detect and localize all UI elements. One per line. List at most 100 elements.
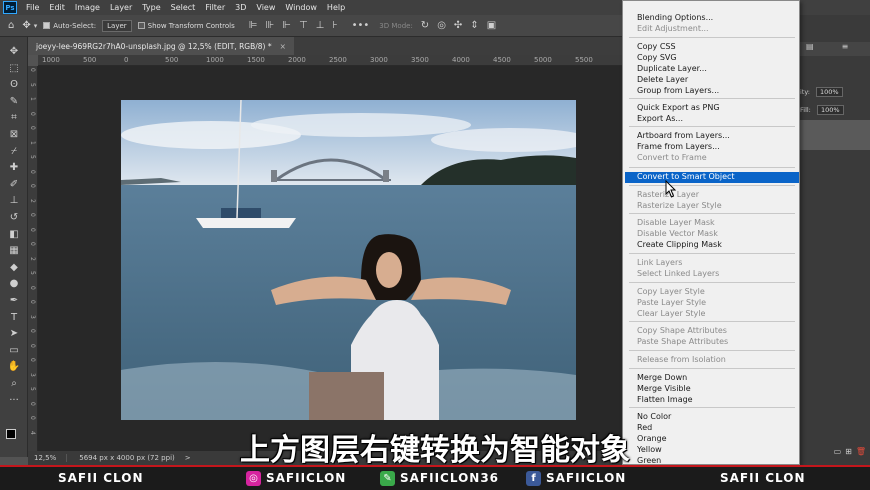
checkbox-icon[interactable] (137, 22, 145, 29)
3d-pan-icon[interactable]: ✣ (454, 20, 462, 31)
menu-select[interactable]: Select (166, 0, 201, 15)
align-right-icon[interactable]: ⊩ (282, 20, 291, 31)
3d-scale-icon[interactable]: ▣ (487, 20, 496, 31)
menu-item-rasterize-layer-style: Rasterize Layer Style (637, 201, 722, 210)
menu-separator (629, 98, 795, 99)
zoom-tool-icon[interactable]: ⌕ (6, 377, 22, 391)
menu-separator (629, 282, 795, 283)
banner-facebook: SAFIICLON (546, 471, 627, 485)
ruler-tick: 0 (29, 300, 36, 304)
menu-edit[interactable]: Edit (44, 0, 70, 15)
facebook-icon: f (526, 471, 541, 486)
frame-tool-icon[interactable]: ⊠ (6, 128, 22, 142)
menu-3d[interactable]: 3D (230, 0, 251, 15)
tools-panel: ✥ ⬚ ʘ ✎ ⌗ ⊠ ⌿ ✚ ✐ ⊥ ↺ ◧ ▦ ◆ ● ✒ T ➤ ▭ ✋ ⌕ ··· (0, 37, 28, 457)
history-brush-icon[interactable]: ↺ (6, 211, 22, 225)
checkbox-icon[interactable] (43, 22, 51, 29)
ruler-tick: 2 (29, 198, 36, 203)
ruler-tick: 0 (29, 401, 36, 406)
marquee-tool-icon[interactable]: ⬚ (6, 62, 22, 76)
ruler-tick: 0 (29, 329, 36, 333)
menu-item-blending-options[interactable]: Blending Options... (637, 13, 713, 23)
healing-tool-icon[interactable]: ✚ (6, 161, 22, 175)
path-select-icon[interactable]: ➤ (6, 327, 22, 341)
more-tools-icon[interactable]: ··· (6, 394, 22, 408)
eyedropper-tool-icon[interactable]: ⌿ (6, 145, 22, 159)
document-image[interactable] (121, 100, 576, 420)
menu-item-flatten-image[interactable]: Flatten Image (637, 395, 693, 405)
menu-window[interactable]: Window (280, 0, 322, 15)
document-tab[interactable]: joeyy-lee-969RG2r7hA0-unsplash.jpg @ 12,… (28, 37, 294, 55)
pen-tool-icon[interactable]: ✒ (6, 294, 22, 308)
other-social-icon: ✎ (380, 471, 395, 486)
ruler-tick: 0 (29, 68, 36, 72)
crop-tool-icon[interactable]: ⌗ (6, 111, 22, 125)
type-tool-icon[interactable]: T (6, 311, 22, 325)
selected-layer-row[interactable] (800, 120, 870, 150)
shape-tool-icon[interactable]: ▭ (6, 344, 22, 358)
menu-item-group-from-layers[interactable]: Group from Layers... (637, 86, 719, 96)
dodge-tool-icon[interactable]: ● (6, 277, 22, 291)
layer-filter-icon[interactable]: ▤ (806, 42, 814, 51)
menu-item-artboard-from-layers[interactable]: Artboard from Layers... (637, 131, 730, 141)
align-middle-icon[interactable]: ⊥ (316, 20, 325, 31)
quick-select-tool-icon[interactable]: ✎ (6, 95, 22, 109)
menu-item-frame-from-layers[interactable]: Frame from Layers... (637, 142, 720, 152)
ruler-tick: 5 (29, 155, 36, 159)
menu-item-quick-export-as-png[interactable]: Quick Export as PNG (637, 103, 720, 113)
align-bottom-icon[interactable]: ⊦ (332, 20, 337, 31)
align-center-icon[interactable]: ⊪ (266, 20, 275, 31)
auto-select-checkbox[interactable]: Auto-Select: (43, 22, 96, 30)
brush-tool-icon[interactable]: ✐ (6, 178, 22, 192)
move-tool-icon[interactable]: ✥ (6, 45, 22, 59)
menu-item-copy-css[interactable]: Copy CSS (637, 42, 676, 52)
menu-item-select-linked-layers: Select Linked Layers (637, 269, 720, 278)
banner-instagram: SAFIICLON (266, 471, 347, 485)
menu-file[interactable]: File (21, 0, 44, 15)
menu-items: File Edit Image Layer Type Select Filter 3D View… (21, 0, 350, 15)
show-transform-checkbox[interactable]: Show Transform Controls (137, 22, 235, 30)
3d-slide-icon[interactable]: ⇕ (470, 20, 478, 31)
menu-filter[interactable]: Filter (200, 0, 230, 15)
stamp-tool-icon[interactable]: ⊥ (6, 194, 22, 208)
menu-item-no-color[interactable]: No Color (637, 412, 671, 422)
menu-layer[interactable]: Layer (105, 0, 137, 15)
chevron-down-icon[interactable]: ▾ (34, 22, 38, 30)
move-tool-icon[interactable]: ✥ (22, 20, 30, 31)
ruler-tick: 0 (29, 343, 36, 348)
menu-item-delete-layer[interactable]: Delete Layer (637, 75, 688, 85)
menu-separator (629, 253, 795, 254)
ruler-tick: 0 (29, 242, 36, 246)
menu-image[interactable]: Image (70, 0, 105, 15)
menu-item-export-as[interactable]: Export As... (637, 114, 683, 124)
3d-roll-icon[interactable]: ◎ (437, 20, 446, 31)
blur-tool-icon[interactable]: ◆ (6, 261, 22, 275)
menu-type[interactable]: Type (137, 0, 165, 15)
align-left-icon[interactable]: ⊫ (249, 20, 258, 31)
menu-item-convert-to-smart-object[interactable]: Convert to Smart Object (637, 172, 735, 182)
eraser-tool-icon[interactable]: ◧ (6, 228, 22, 242)
close-icon[interactable]: × (280, 42, 286, 51)
menu-item-duplicate-layer[interactable]: Duplicate Layer... (637, 64, 707, 74)
ruler-tick: 5 (29, 82, 36, 87)
gradient-tool-icon[interactable]: ▦ (6, 244, 22, 258)
align-top-icon[interactable]: ⊤ (299, 20, 308, 31)
fill-field[interactable]: 100% (816, 105, 844, 115)
hand-tool-icon[interactable]: ✋ (6, 360, 22, 374)
3d-rotate-icon[interactable]: ↻ (421, 20, 429, 31)
menu-item-merge-visible[interactable]: Merge Visible (637, 384, 691, 394)
menu-help[interactable]: Help (322, 0, 350, 15)
more-icon[interactable]: ••• (352, 20, 370, 31)
menu-item-copy-svg[interactable]: Copy SVG (637, 53, 677, 63)
auto-select-dropdown[interactable]: Layer (102, 19, 132, 32)
lasso-tool-icon[interactable]: ʘ (6, 78, 22, 92)
home-icon[interactable]: ⌂ (8, 20, 14, 31)
photoshop-logo[interactable]: Ps (3, 1, 17, 14)
menu-separator (629, 368, 795, 369)
menu-item-create-clipping-mask[interactable]: Create Clipping Mask (637, 240, 722, 250)
menu-view[interactable]: View (251, 0, 280, 15)
menu-item-merge-down[interactable]: Merge Down (637, 373, 687, 383)
ruler-tick: 1500 (247, 56, 265, 64)
opacity-field[interactable]: 100% (816, 87, 843, 97)
panel-menu-icon[interactable]: ≡ (842, 42, 849, 51)
